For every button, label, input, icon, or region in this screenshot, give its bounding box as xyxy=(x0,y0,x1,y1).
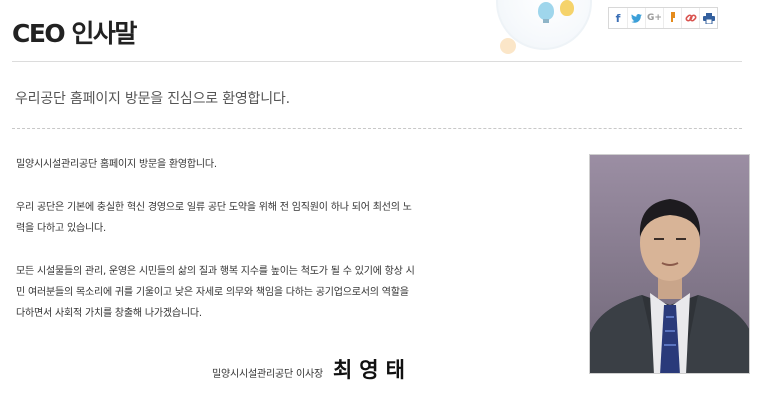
section-divider xyxy=(12,128,742,129)
message-paragraph-1: 밀양시시설관리공단 홈페이지 방문을 환영합니다. xyxy=(16,154,500,175)
share-toolbar: f G+ xyxy=(608,7,718,29)
header-divider xyxy=(12,61,742,62)
lightbulb-icon-yellow xyxy=(560,0,574,16)
message-line: 밀양시시설관리공단 홈페이지 방문을 환영합니다. xyxy=(16,159,217,170)
message-line: 모든 시설물들의 관리, 운영은 시민들의 삶의 질과 행복 지수를 높이는 척… xyxy=(16,266,415,277)
decoration-dot xyxy=(500,38,516,54)
google-plus-icon[interactable]: G+ xyxy=(645,8,663,28)
kakao-story-icon[interactable] xyxy=(663,8,681,28)
lightbulb-icon xyxy=(538,2,554,20)
message-line: 우리 공단은 기본에 충실한 혁신 경영으로 일류 공단 도약을 위해 전 임직… xyxy=(16,202,412,213)
message-paragraph-3: 모든 시설물들의 관리, 운영은 시민들의 삶의 질과 행복 지수를 높이는 척… xyxy=(16,261,500,324)
page-title: CEO 인사말 xyxy=(12,19,137,48)
facebook-icon[interactable]: f xyxy=(609,8,627,28)
link-icon[interactable] xyxy=(681,8,699,28)
signature: 밀양시시설관리공단 이사장 최영태 xyxy=(212,354,412,384)
message-line: 력을 다하고 있습니다. xyxy=(16,223,106,234)
lightbulb-base xyxy=(543,19,549,23)
message-line: 다하면서 사회적 가치를 창출해 나가겠습니다. xyxy=(16,308,202,319)
ceo-portrait xyxy=(589,154,750,374)
message-paragraph-2: 우리 공단은 기본에 충실한 혁신 경영으로 일류 공단 도약을 위해 전 임직… xyxy=(16,197,500,239)
message-line: 민 여러분들의 목소리에 귀를 기울이고 낮은 자세로 의무와 책임을 다하는 … xyxy=(16,287,409,298)
signature-organization: 밀양시시설관리공단 이사장 xyxy=(212,369,323,380)
print-icon[interactable] xyxy=(699,8,717,28)
signature-name: 최영태 xyxy=(332,357,412,382)
twitter-icon[interactable] xyxy=(627,8,645,28)
welcome-heading: 우리공단 홈페이지 방문을 진심으로 환영합니다. xyxy=(15,91,290,107)
